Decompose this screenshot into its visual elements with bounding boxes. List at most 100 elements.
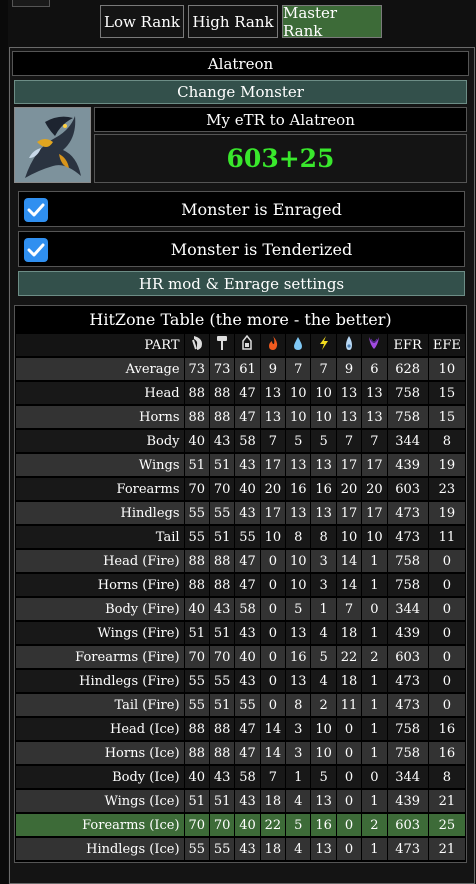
efe-value: 19 bbox=[428, 454, 465, 476]
hitzone-value: 47 bbox=[235, 718, 260, 740]
hitzone-value: 55 bbox=[184, 694, 209, 716]
efe-value: 16 bbox=[428, 742, 465, 764]
hitzone-value: 17 bbox=[336, 454, 362, 476]
efe-value: 0 bbox=[428, 622, 465, 644]
hr-enrage-settings-button[interactable]: HR mod & Enrage settings bbox=[18, 271, 465, 296]
efr-value: 758 bbox=[387, 742, 428, 764]
efr-value: 473 bbox=[387, 502, 428, 524]
hitzone-value: 55 bbox=[235, 694, 260, 716]
efr-header: EFR bbox=[387, 334, 428, 356]
hitzone-value: 5 bbox=[286, 430, 311, 452]
efr-value: 473 bbox=[387, 526, 428, 548]
hitzone-value: 43 bbox=[235, 502, 260, 524]
table-row: Head (Ice) 88 88 47 14 3 10 0 1 758 16 bbox=[16, 718, 465, 740]
hitzone-value: 51 bbox=[184, 790, 209, 812]
hitzone-value: 88 bbox=[184, 742, 209, 764]
hitzone-value: 7 bbox=[260, 430, 286, 452]
hitzone-value: 18 bbox=[336, 670, 362, 692]
enraged-toggle[interactable]: Monster is Enraged bbox=[18, 191, 465, 227]
hitzone-value: 20 bbox=[336, 478, 362, 500]
part-name: Wings (Fire) bbox=[16, 622, 184, 644]
hitzone-value: 17 bbox=[336, 502, 362, 524]
hitzone-value: 51 bbox=[209, 694, 235, 716]
hitzone-value: 55 bbox=[235, 526, 260, 548]
hitzone-value: 1 bbox=[362, 694, 387, 716]
table-row: Tail 55 51 55 10 8 8 10 10 473 11 bbox=[16, 526, 465, 548]
efe-value: 0 bbox=[428, 574, 465, 596]
hitzone-value: 43 bbox=[235, 790, 260, 812]
hitzone-value: 51 bbox=[209, 790, 235, 812]
master-rank-button[interactable]: Master Rank bbox=[282, 4, 382, 40]
tenderized-checkbox[interactable] bbox=[24, 238, 48, 262]
efe-value: 11 bbox=[428, 526, 465, 548]
hitzone-value: 43 bbox=[209, 430, 235, 452]
part-name: Body (Ice) bbox=[16, 766, 184, 788]
hitzone-value: 70 bbox=[184, 814, 209, 836]
hitzone-value: 20 bbox=[260, 478, 286, 500]
etr-label: My eTR to Alatreon bbox=[94, 107, 467, 132]
part-name: Head (Ice) bbox=[16, 718, 184, 740]
efe-value: 0 bbox=[428, 598, 465, 620]
low-rank-button[interactable]: Low Rank bbox=[100, 5, 184, 38]
part-name: Tail (Fire) bbox=[16, 694, 184, 716]
hitzone-value: 10 bbox=[311, 742, 336, 764]
monster-portrait bbox=[14, 107, 91, 183]
efe-value: 21 bbox=[428, 790, 465, 812]
efe-value: 19 bbox=[428, 502, 465, 524]
efr-value: 628 bbox=[387, 358, 428, 380]
hitzone-value: 10 bbox=[362, 526, 387, 548]
hitzone-value: 14 bbox=[336, 550, 362, 572]
change-monster-button[interactable]: Change Monster bbox=[14, 80, 467, 104]
hitzone-value: 43 bbox=[235, 622, 260, 644]
hitzone-value: 7 bbox=[286, 358, 311, 380]
hitzone-value: 88 bbox=[209, 742, 235, 764]
table-row: Wings (Ice) 51 51 43 18 4 13 0 1 439 21 bbox=[16, 790, 465, 812]
hitzone-value: 1 bbox=[362, 718, 387, 740]
hitzone-value: 13 bbox=[336, 406, 362, 428]
hitzone-value: 88 bbox=[184, 550, 209, 572]
hitzone-value: 10 bbox=[311, 718, 336, 740]
hitzone-value: 9 bbox=[260, 358, 286, 380]
hitzone-value: 17 bbox=[260, 454, 286, 476]
hitzone-value: 11 bbox=[336, 694, 362, 716]
efr-value: 758 bbox=[387, 406, 428, 428]
efe-value: 21 bbox=[428, 838, 465, 860]
hitzone-value: 1 bbox=[362, 742, 387, 764]
hitzone-value: 7 bbox=[311, 358, 336, 380]
hitzone-value: 17 bbox=[260, 502, 286, 524]
part-name: Body bbox=[16, 430, 184, 452]
hitzone-value: 13 bbox=[336, 382, 362, 404]
hitzone-value: 70 bbox=[184, 478, 209, 500]
hitzone-value: 43 bbox=[209, 598, 235, 620]
tenderized-toggle[interactable]: Monster is Tenderized bbox=[18, 231, 465, 267]
enraged-checkbox[interactable] bbox=[24, 198, 48, 222]
efe-value: 0 bbox=[428, 550, 465, 572]
hitzone-value: 1 bbox=[286, 766, 311, 788]
table-row: Forearms 70 70 40 20 16 16 20 20 603 23 bbox=[16, 478, 465, 500]
part-name: Body (Fire) bbox=[16, 598, 184, 620]
hitzone-value: 10 bbox=[260, 526, 286, 548]
dragon-icon bbox=[362, 334, 387, 356]
part-name: Horns (Fire) bbox=[16, 574, 184, 596]
efr-value: 758 bbox=[387, 718, 428, 740]
high-rank-button[interactable]: High Rank bbox=[188, 5, 278, 38]
part-name: Wings bbox=[16, 454, 184, 476]
table-row: Head (Fire) 88 88 47 0 10 3 14 1 758 0 bbox=[16, 550, 465, 572]
hitzone-value: 88 bbox=[209, 718, 235, 740]
part-header: PART bbox=[16, 334, 184, 356]
hitzone-value: 6 bbox=[362, 358, 387, 380]
hitzone-value: 18 bbox=[260, 838, 286, 860]
hitzone-value: 1 bbox=[362, 574, 387, 596]
efr-value: 473 bbox=[387, 670, 428, 692]
efe-value: 0 bbox=[428, 646, 465, 668]
hitzone-value: 1 bbox=[362, 838, 387, 860]
efe-value: 15 bbox=[428, 382, 465, 404]
efr-value: 758 bbox=[387, 382, 428, 404]
efr-value: 603 bbox=[387, 646, 428, 668]
table-row: Average 73 73 61 9 7 7 9 6 628 10 bbox=[16, 358, 465, 380]
hitzone-value: 70 bbox=[209, 814, 235, 836]
hitzone-value: 70 bbox=[209, 646, 235, 668]
table-row: Horns (Ice) 88 88 47 14 3 10 0 1 758 16 bbox=[16, 742, 465, 764]
hitzone-value: 3 bbox=[286, 718, 311, 740]
hitzone-value: 40 bbox=[184, 766, 209, 788]
